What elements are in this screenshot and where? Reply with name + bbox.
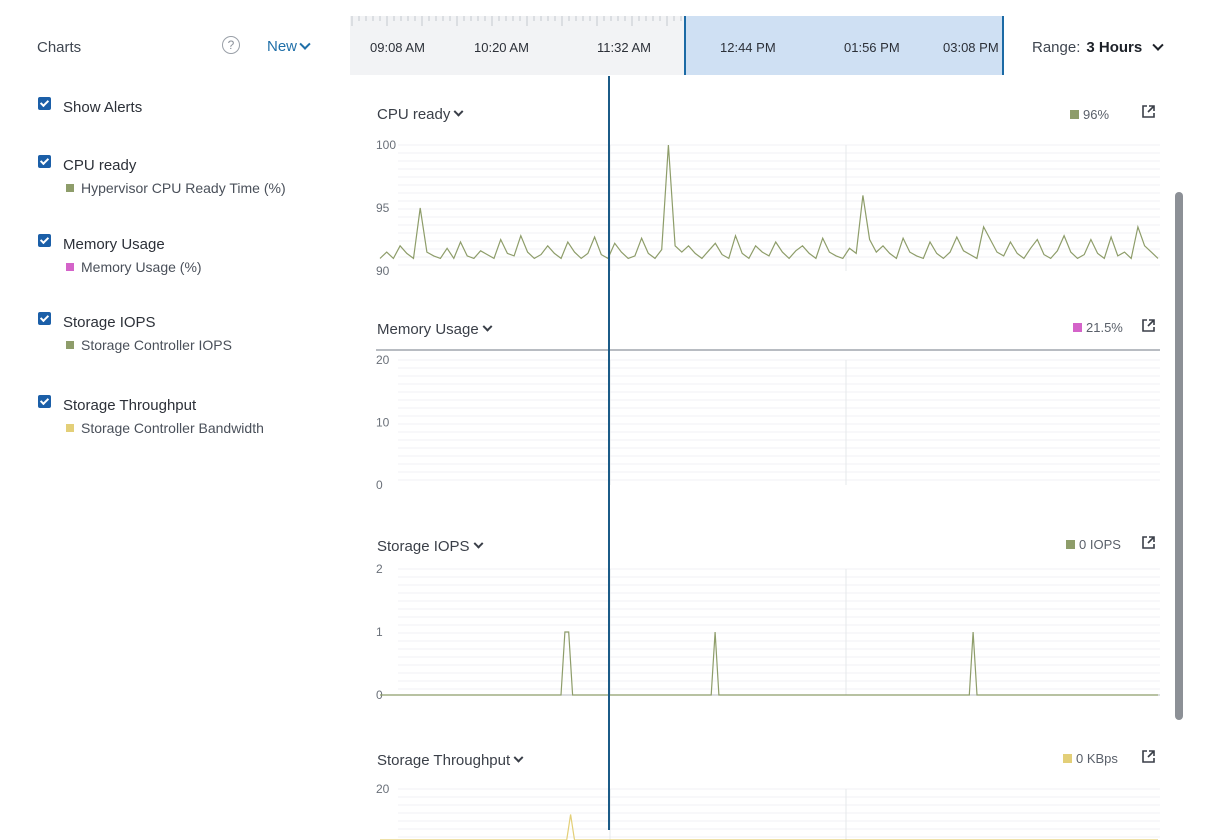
color-swatch — [1066, 540, 1075, 549]
current-value-label: 0 KBps — [1076, 751, 1118, 766]
chart-current-value: 0 KBps — [1063, 751, 1118, 766]
storage-iops-checkbox[interactable] — [38, 312, 51, 325]
chart-title-storage-iops[interactable]: Storage IOPS — [377, 538, 484, 555]
y-tick-label: 100 — [376, 138, 396, 152]
external-link-icon[interactable] — [1142, 105, 1155, 118]
chart-current-value: 0 IOPS — [1066, 537, 1121, 552]
chevron-down-icon — [299, 38, 311, 50]
chart-title-memory-usage[interactable]: Memory Usage — [377, 321, 493, 338]
external-link-icon[interactable] — [1142, 750, 1155, 763]
memory-usage-chart[interactable]: 20 10 0 — [376, 346, 1160, 496]
legend-title-cpu-ready: CPU ready — [63, 157, 137, 174]
chevron-down-icon — [513, 752, 524, 763]
external-link-icon[interactable] — [1142, 319, 1155, 332]
chevron-down-icon — [473, 538, 484, 549]
y-tick-label: 0 — [376, 478, 383, 492]
chart-title-label: Memory Usage — [377, 321, 479, 338]
charts-title: Charts — [37, 39, 82, 56]
color-swatch — [1063, 754, 1072, 763]
chart-title-label: CPU ready — [377, 106, 451, 123]
chevron-down-icon — [482, 321, 493, 332]
legend-title-memory-usage: Memory Usage — [63, 236, 165, 253]
legend-metric-storage-throughput: Storage Controller Bandwidth — [66, 420, 264, 436]
y-tick-label: 2 — [376, 562, 383, 576]
current-value-label: 96% — [1083, 107, 1110, 122]
external-link-icon[interactable] — [1142, 536, 1155, 549]
legend-metric-memory-usage: Memory Usage (%) — [66, 259, 202, 275]
chart-title-storage-throughput[interactable]: Storage Throughput — [377, 752, 524, 769]
timeline-label: 11:32 AM — [597, 40, 651, 55]
legend-title-storage-throughput: Storage Throughput — [63, 397, 197, 414]
timeline-label: 01:56 PM — [844, 40, 900, 55]
color-swatch — [66, 341, 74, 349]
color-swatch — [1073, 323, 1082, 332]
color-swatch — [1070, 110, 1079, 119]
legend-metric-storage-iops: Storage Controller IOPS — [66, 337, 232, 353]
legend-metric-cpu-ready: Hypervisor CPU Ready Time (%) — [66, 180, 286, 196]
memory-usage-checkbox[interactable] — [38, 234, 51, 247]
series-line — [380, 814, 1158, 840]
y-tick-label: 10 — [376, 416, 390, 430]
show-alerts-label: Show Alerts — [63, 99, 143, 116]
timeline-label: 12:44 PM — [720, 40, 776, 55]
cpu-ready-chart[interactable]: 100 95 90 — [376, 132, 1160, 282]
timeline-label: 03:08 PM — [943, 40, 999, 55]
range-selector[interactable]: Range: 3 Hours — [1032, 39, 1164, 56]
color-swatch — [66, 424, 74, 432]
new-chart-button[interactable]: New — [267, 38, 311, 55]
chart-title-label: Storage IOPS — [377, 538, 470, 555]
y-tick-label: 95 — [376, 201, 390, 215]
range-label: Range: — [1032, 39, 1081, 56]
y-tick-label: 20 — [376, 353, 390, 367]
chart-title-cpu-ready[interactable]: CPU ready — [377, 106, 464, 123]
color-swatch — [66, 184, 74, 192]
chevron-down-icon — [453, 106, 464, 117]
current-value-label: 21.5% — [1086, 320, 1123, 335]
new-button-label: New — [267, 38, 298, 55]
legend-metric-label: Hypervisor CPU Ready Time (%) — [81, 180, 286, 196]
cpu-ready-checkbox[interactable] — [38, 155, 51, 168]
color-swatch — [66, 263, 74, 271]
timeline-label: 09:08 AM — [370, 40, 425, 55]
legend-metric-label: Memory Usage (%) — [81, 259, 202, 275]
y-tick-label: 20 — [376, 782, 390, 796]
chart-current-value: 21.5% — [1073, 320, 1123, 335]
show-alerts-checkbox[interactable] — [38, 97, 51, 110]
chart-current-value: 96% — [1070, 107, 1109, 122]
chart-title-label: Storage Throughput — [377, 752, 511, 769]
storage-iops-chart[interactable]: 210 — [376, 560, 1160, 705]
chevron-down-icon — [1152, 39, 1164, 51]
time-cursor-line[interactable] — [608, 76, 610, 830]
storage-throughput-checkbox[interactable] — [38, 395, 51, 408]
range-value: 3 Hours — [1086, 39, 1143, 56]
current-value-label: 0 IOPS — [1079, 537, 1121, 552]
vertical-scrollbar[interactable] — [1175, 192, 1183, 720]
legend-metric-label: Storage Controller Bandwidth — [81, 420, 264, 436]
timeline-label: 10:20 AM — [474, 40, 529, 55]
y-tick-label: 1 — [376, 625, 383, 639]
y-tick-label: 90 — [376, 264, 390, 278]
help-icon[interactable]: ? — [222, 36, 240, 54]
legend-title-storage-iops: Storage IOPS — [63, 314, 156, 331]
legend-metric-label: Storage Controller IOPS — [81, 337, 232, 353]
storage-throughput-chart[interactable]: 20 — [376, 778, 1160, 840]
